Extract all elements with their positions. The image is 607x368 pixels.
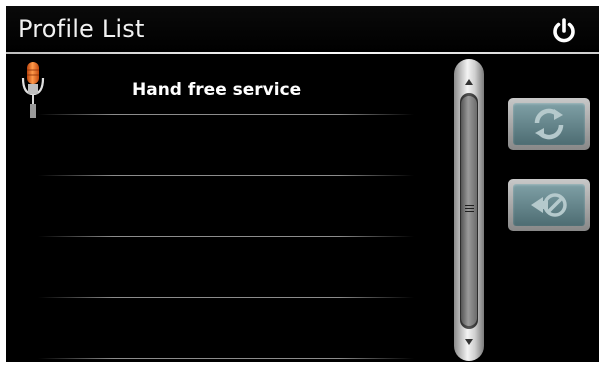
profile-list-screen: Profile List Hand free service xyxy=(6,6,599,362)
microphone-icon xyxy=(20,60,46,122)
power-icon xyxy=(553,18,575,43)
profile-row-empty[interactable] xyxy=(6,176,436,237)
row-divider xyxy=(38,358,414,359)
scroll-grip-line xyxy=(465,211,474,212)
page-title: Profile List xyxy=(18,15,145,43)
title-bar: Profile List xyxy=(6,6,599,52)
profile-row-hand-free[interactable]: Hand free service xyxy=(6,54,436,118)
scroll-grip-line xyxy=(465,205,474,206)
power-button[interactable] xyxy=(549,16,579,46)
profile-row-empty[interactable] xyxy=(6,298,436,359)
list-scrollbar[interactable] xyxy=(454,59,484,361)
profile-row-empty[interactable] xyxy=(6,115,436,176)
disconnect-icon xyxy=(531,193,567,217)
scroll-grip-line xyxy=(465,208,474,209)
scroll-down-arrow-icon[interactable] xyxy=(465,339,473,345)
profile-label: Hand free service xyxy=(132,80,302,100)
profile-list: Hand free service xyxy=(6,54,436,362)
refresh-icon xyxy=(534,108,564,140)
scroll-up-arrow-icon[interactable] xyxy=(465,79,473,85)
profile-row-empty[interactable] xyxy=(6,237,436,298)
refresh-button[interactable] xyxy=(508,98,590,150)
disconnect-button[interactable] xyxy=(508,179,590,231)
